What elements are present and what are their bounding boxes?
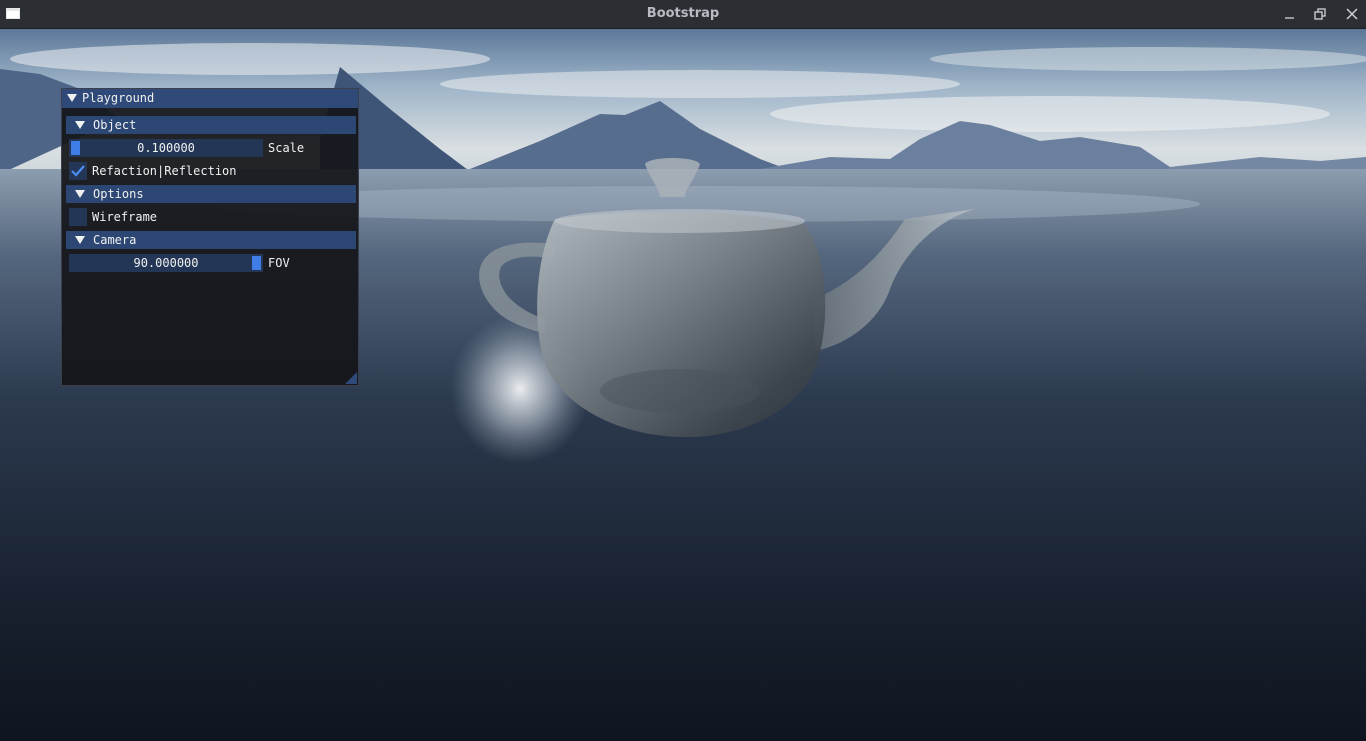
scale-slider[interactable]: 0.100000 [69,139,263,157]
section-header-options[interactable]: Options [66,185,356,203]
collapse-arrow-icon [75,190,85,198]
playground-panel: Playground Object 0.100000 Scale Refacti… [61,88,359,386]
panel-title-bar[interactable]: Playground [62,89,358,108]
fov-slider[interactable]: 90.000000 [69,254,263,272]
section-header-label: Camera [93,233,137,247]
checkmark-icon [71,165,85,177]
minimize-icon [1285,17,1294,19]
panel-title: Playground [82,91,155,105]
fov-value: 90.000000 [133,256,199,270]
wireframe-label: Wireframe [92,210,158,224]
window-title: Bootstrap [646,6,720,21]
wireframe-checkbox[interactable] [69,208,87,226]
section-header-object[interactable]: Object [66,116,356,134]
collapse-arrow-icon [75,121,85,129]
refraction-label: Refaction|Reflection [92,164,237,178]
minimize-button[interactable] [1280,4,1300,24]
section-header-label: Options [93,187,144,201]
close-icon [1346,8,1358,20]
scale-value: 0.100000 [137,141,195,155]
title-bar: Bootstrap [0,0,1366,29]
resize-grip[interactable] [345,372,357,384]
restore-icon [1314,8,1326,20]
restore-button[interactable] [1310,4,1330,24]
refraction-checkbox[interactable] [69,162,87,180]
close-button[interactable] [1342,4,1362,24]
scale-label: Scale [268,141,305,155]
fov-label: FOV [268,256,290,270]
section-header-camera[interactable]: Camera [66,231,356,249]
section-header-label: Object [93,118,137,132]
collapse-arrow-icon [75,236,85,244]
collapse-arrow-icon[interactable] [67,94,77,102]
